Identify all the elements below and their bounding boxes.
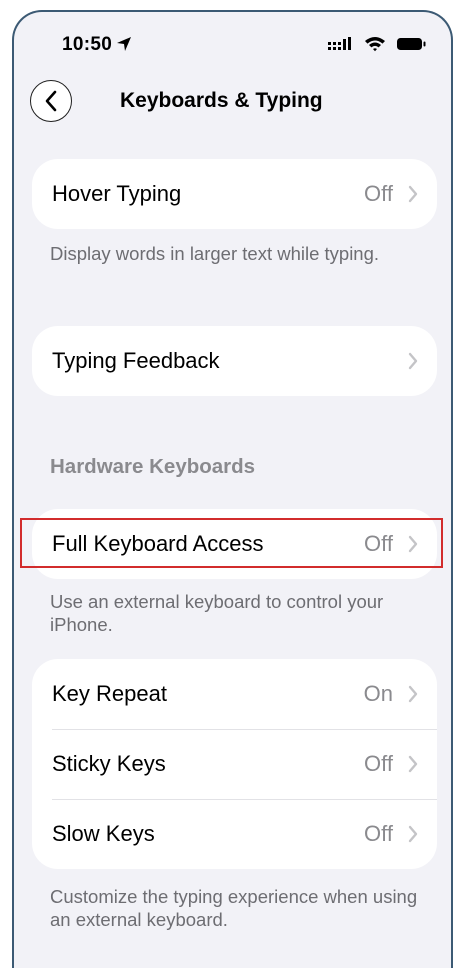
cellular-signal-icon bbox=[328, 37, 351, 50]
full-keyboard-access-footnote: Use an external keyboard to control your… bbox=[50, 591, 384, 635]
row-value: Off bbox=[364, 181, 393, 206]
row-label: Key Repeat bbox=[52, 681, 167, 706]
key-repeat-row[interactable]: Key Repeat On bbox=[32, 659, 437, 729]
row-label: Typing Feedback bbox=[52, 348, 220, 373]
status-time: 10:50 bbox=[62, 34, 113, 55]
phone-screen: 10:50 Keyboards & Typing Hover Typing Of… bbox=[12, 10, 453, 968]
hover-typing-footnote: Display words in larger text while typin… bbox=[50, 243, 380, 264]
location-arrow-icon bbox=[117, 37, 131, 51]
back-button[interactable] bbox=[30, 80, 72, 122]
hover-typing-group: Hover Typing Off bbox=[32, 159, 437, 229]
status-bar: 10:50 bbox=[14, 12, 451, 72]
chevron-right-icon bbox=[408, 685, 418, 703]
row-label: Sticky Keys bbox=[52, 751, 166, 776]
sticky-keys-row[interactable]: Sticky Keys Off bbox=[32, 729, 437, 799]
row-label: Hover Typing bbox=[52, 181, 182, 206]
external-keyboard-footnote: Customize the typing experience when usi… bbox=[50, 886, 418, 930]
hover-typing-row[interactable]: Hover Typing Off bbox=[32, 159, 437, 229]
battery-icon bbox=[397, 38, 426, 50]
section-header-hardware-keyboards: Hardware Keyboards bbox=[50, 455, 256, 478]
chevron-right-icon bbox=[408, 825, 418, 843]
slow-keys-row[interactable]: Slow Keys Off bbox=[32, 799, 437, 869]
chevron-right-icon bbox=[408, 755, 418, 773]
external-keyboard-settings-group: Key Repeat On Sticky Keys Off Slow Keys … bbox=[32, 659, 437, 869]
row-value: Off bbox=[364, 821, 393, 846]
chevron-right-icon bbox=[408, 185, 418, 203]
highlight-box bbox=[20, 518, 443, 568]
wifi-icon bbox=[365, 37, 385, 52]
row-value: On bbox=[363, 681, 393, 706]
chevron-left-icon bbox=[45, 90, 57, 112]
typing-feedback-row[interactable]: Typing Feedback bbox=[32, 326, 437, 396]
chevron-right-icon bbox=[408, 352, 418, 370]
page-title: Keyboards & Typing bbox=[120, 89, 323, 112]
row-value: Off bbox=[364, 751, 393, 776]
typing-feedback-group: Typing Feedback bbox=[32, 326, 437, 396]
row-label: Slow Keys bbox=[52, 821, 155, 846]
